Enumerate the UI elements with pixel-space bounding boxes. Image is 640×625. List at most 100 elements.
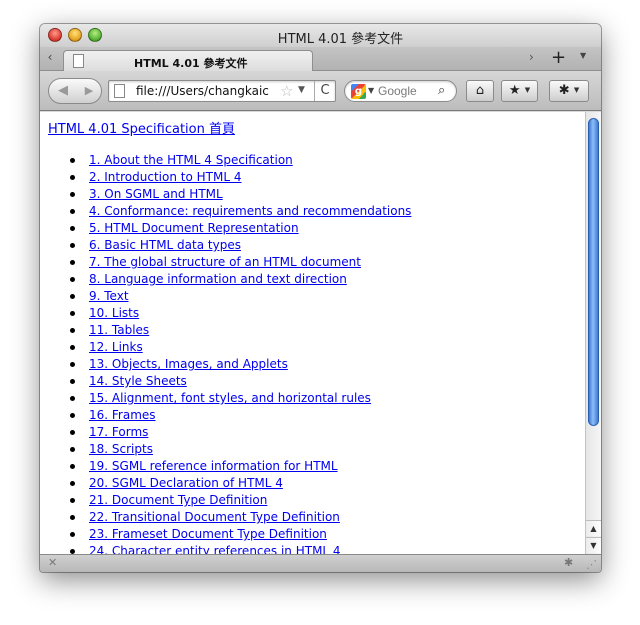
toc-link[interactable]: 19. SGML reference information for HTML: [89, 459, 338, 473]
search-engine-dropdown-icon[interactable]: ▼: [368, 86, 374, 95]
toc-item: 6. Basic HTML data types: [70, 237, 411, 254]
forward-button[interactable]: ▶: [77, 79, 101, 103]
bullet-icon: [70, 158, 75, 163]
toc-item: 18. Scripts: [70, 441, 411, 458]
bullet-icon: [70, 464, 75, 469]
bookmark-star-icon[interactable]: ☆: [280, 82, 293, 100]
toc-link[interactable]: 23. Frameset Document Type Definition: [89, 527, 327, 541]
tab-list-dropdown-icon[interactable]: ▼: [580, 51, 586, 60]
reload-button[interactable]: C: [314, 81, 335, 101]
toc-item: 15. Alignment, font styles, and horizont…: [70, 390, 411, 407]
toc-item: 14. Style Sheets: [70, 373, 411, 390]
toc-link[interactable]: 20. SGML Declaration of HTML 4: [89, 476, 283, 490]
toc-link[interactable]: 13. Objects, Images, and Applets: [89, 357, 288, 371]
toc-link[interactable]: 9. Text: [89, 289, 129, 303]
tab-strip: ‹ HTML 4.01 參考文件 › + ▼: [40, 47, 601, 72]
toc-link[interactable]: 12. Links: [89, 340, 143, 354]
url-bar[interactable]: file:///Users/changkaic ☆ ▼ C: [108, 80, 336, 102]
toc-link[interactable]: 21. Document Type Definition: [89, 493, 267, 507]
scroll-down-button[interactable]: ▼: [586, 537, 601, 553]
page-icon: [114, 84, 125, 98]
toc-link[interactable]: 7. The global structure of an HTML docum…: [89, 255, 361, 269]
bullet-icon: [70, 175, 75, 180]
url-history-dropdown-icon[interactable]: ▼: [298, 85, 305, 95]
toc-link[interactable]: 1. About the HTML 4 Specification: [89, 153, 293, 167]
toc-item: 16. Frames: [70, 407, 411, 424]
toc-link[interactable]: 24. Character entity references in HTML …: [89, 544, 341, 554]
bullet-icon: [70, 379, 75, 384]
toc-item: 22. Transitional Document Type Definitio…: [70, 509, 411, 526]
bullet-icon: [70, 294, 75, 299]
toc-link[interactable]: 14. Style Sheets: [89, 374, 187, 388]
toc-link[interactable]: 10. Lists: [89, 306, 139, 320]
back-button[interactable]: ◀: [50, 79, 76, 103]
bullet-icon: [70, 311, 75, 316]
bullet-icon: [70, 328, 75, 333]
toc-item: 2. Introduction to HTML 4: [70, 169, 411, 186]
bullet-icon: [70, 498, 75, 503]
toc-link[interactable]: 3. On SGML and HTML: [89, 187, 223, 201]
status-bar: ✕ ✱ ⋰: [40, 554, 601, 572]
addon-icon[interactable]: ✱: [564, 556, 573, 569]
search-bar[interactable]: g ▼ ⌕: [344, 80, 457, 102]
page-content: HTML 4.01 Specification 首頁 1. About the …: [40, 112, 601, 554]
vertical-scrollbar[interactable]: ▲ ▼: [585, 112, 601, 554]
toc-item: 1. About the HTML 4 Specification: [70, 152, 411, 169]
chevron-down-icon: ▼: [524, 86, 531, 94]
close-icon[interactable]: ✕: [48, 556, 57, 569]
google-icon[interactable]: g: [351, 84, 366, 99]
back-forward-group: ◀ ▶: [48, 78, 102, 104]
title-bar[interactable]: HTML 4.01 參考文件: [40, 24, 601, 47]
toc-item: 20. SGML Declaration of HTML 4: [70, 475, 411, 492]
toc-item: 12. Links: [70, 339, 411, 356]
toc-link[interactable]: 16. Frames: [89, 408, 156, 422]
toc-link[interactable]: 5. HTML Document Representation: [89, 221, 299, 235]
toc-item: 9. Text: [70, 288, 411, 305]
toc-link[interactable]: 4. Conformance: requirements and recomme…: [89, 204, 411, 218]
search-input[interactable]: [378, 83, 436, 99]
toc-link[interactable]: 11. Tables: [89, 323, 149, 337]
toc-item: 4. Conformance: requirements and recomme…: [70, 203, 411, 220]
tab-title: HTML 4.01 參考文件: [134, 57, 248, 70]
toc-item: 19. SGML reference information for HTML: [70, 458, 411, 475]
resize-grip-icon[interactable]: ⋰: [586, 558, 597, 571]
toc-link[interactable]: 2. Introduction to HTML 4: [89, 170, 241, 184]
bullet-icon: [70, 481, 75, 486]
search-icon[interactable]: ⌕: [438, 83, 445, 98]
scroll-thumb[interactable]: [588, 118, 599, 426]
addon-button[interactable]: ✱ ▼: [549, 80, 589, 102]
toc-list: 1. About the HTML 4 Specification 2. Intr…: [70, 152, 411, 554]
bullet-icon: [70, 209, 75, 214]
toc-item: 11. Tables: [70, 322, 411, 339]
bullet-icon: [70, 430, 75, 435]
toc-link[interactable]: 8. Language information and text directi…: [89, 272, 347, 286]
tab-scroll-left-icon[interactable]: ‹: [45, 50, 55, 64]
toc-item: 13. Objects, Images, and Applets: [70, 356, 411, 373]
bullet-icon: [70, 515, 75, 520]
chevron-down-icon: ▼: [573, 86, 580, 94]
url-text[interactable]: file:///Users/changkaic: [136, 84, 284, 98]
toc-link[interactable]: 15. Alignment, font styles, and horizont…: [89, 391, 371, 405]
tab-scroll-right-icon[interactable]: ›: [529, 50, 534, 64]
bullet-icon: [70, 413, 75, 418]
page-icon: [73, 54, 84, 68]
window-title: HTML 4.01 參考文件: [277, 32, 404, 47]
bullet-icon: [70, 192, 75, 197]
tab-active[interactable]: HTML 4.01 參考文件: [63, 50, 313, 72]
navigation-toolbar: ◀ ▶ file:///Users/changkaic ☆ ▼ C g ▼ ⌕ …: [40, 71, 601, 111]
toc-item: 21. Document Type Definition: [70, 492, 411, 509]
toc-link[interactable]: 17. Forms: [89, 425, 148, 439]
new-tab-button[interactable]: +: [551, 47, 566, 68]
bullet-icon: [70, 447, 75, 452]
toc-link[interactable]: 22. Transitional Document Type Definitio…: [89, 510, 340, 524]
toc-link[interactable]: 18. Scripts: [89, 442, 153, 456]
bullet-icon: [70, 277, 75, 282]
home-button[interactable]: ⌂: [466, 80, 494, 102]
toc-item: 23. Frameset Document Type Definition: [70, 526, 411, 543]
toc-link[interactable]: 6. Basic HTML data types: [89, 238, 241, 252]
bookmarks-button[interactable]: ★ ▼: [501, 80, 538, 102]
toc-item: 17. Forms: [70, 424, 411, 441]
scroll-up-button[interactable]: ▲: [586, 520, 601, 536]
toc-item: 3. On SGML and HTML: [70, 186, 411, 203]
spec-home-link[interactable]: HTML 4.01 Specification 首頁: [48, 118, 235, 137]
